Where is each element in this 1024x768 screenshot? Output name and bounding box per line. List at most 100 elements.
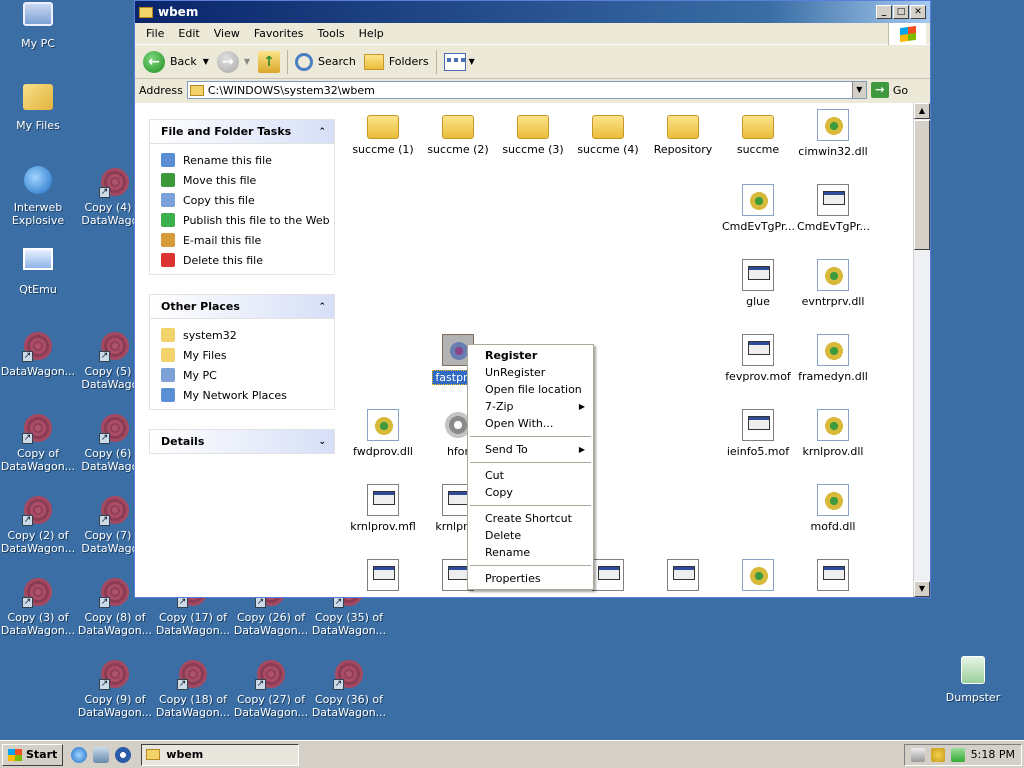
back-dropdown-icon[interactable]: ▼ bbox=[203, 57, 209, 66]
file-item[interactable]: fwdprov.dll bbox=[345, 409, 421, 458]
scroll-up-button[interactable]: ▲ bbox=[914, 103, 930, 119]
other-place-item[interactable]: My Files bbox=[161, 345, 334, 365]
views-button[interactable]: ▼ bbox=[440, 48, 479, 76]
file-task-item[interactable]: Rename this file bbox=[161, 150, 334, 170]
context-menu-item[interactable]: Cut bbox=[468, 467, 593, 484]
scroll-down-button[interactable]: ▼ bbox=[914, 581, 930, 597]
file-task-item[interactable]: Copy this file bbox=[161, 190, 334, 210]
network-icon[interactable] bbox=[950, 747, 965, 762]
context-menu-item[interactable]: Register bbox=[468, 347, 593, 364]
desktop-icon-dw[interactable]: ↗ Copy (9) of DataWagon... bbox=[77, 658, 153, 719]
collapse-chevron-icon[interactable]: ⌃ bbox=[318, 302, 326, 312]
scroll-thumb[interactable] bbox=[914, 120, 930, 250]
file-item[interactable]: krnlprov.dll bbox=[795, 409, 871, 458]
file-item[interactable]: succme bbox=[720, 109, 796, 156]
desktop-icon-dw[interactable]: ↗ Copy (2) of DataWagon... bbox=[0, 494, 76, 555]
up-button[interactable]: ↑ bbox=[254, 48, 284, 76]
clock[interactable]: 5:18 PM bbox=[971, 748, 1015, 761]
menu-view[interactable]: View bbox=[207, 27, 247, 40]
desktop-icon-dw[interactable]: ↗ DataWagon... bbox=[0, 330, 76, 378]
taskbar-item-wbem[interactable]: wbem bbox=[141, 743, 300, 766]
file-item[interactable]: succme (4) bbox=[570, 109, 646, 156]
forward-dropdown-icon[interactable]: ▼ bbox=[244, 57, 250, 66]
file-item[interactable] bbox=[645, 559, 721, 595]
collapse-chevron-icon[interactable]: ⌃ bbox=[318, 127, 326, 137]
context-menu-item[interactable]: Copy bbox=[468, 484, 593, 501]
expand-chevron-icon[interactable]: ⌄ bbox=[318, 437, 326, 447]
other-place-item[interactable]: system32 bbox=[161, 325, 334, 345]
details-header[interactable]: Details ⌄ bbox=[149, 429, 335, 454]
file-item[interactable] bbox=[345, 559, 421, 595]
show-desktop-icon[interactable] bbox=[93, 746, 110, 763]
context-menu-item[interactable]: Rename bbox=[468, 544, 593, 561]
context-menu-item[interactable]: Delete bbox=[468, 527, 593, 544]
context-menu-item[interactable]: Create Shortcut bbox=[468, 510, 593, 527]
file-task-item[interactable]: Move this file bbox=[161, 170, 334, 190]
security-shield-icon[interactable] bbox=[930, 747, 945, 762]
other-place-item[interactable]: My PC bbox=[161, 365, 334, 385]
address-dropdown-icon[interactable]: ▼ bbox=[851, 82, 866, 98]
desktop-icon-dw[interactable]: ↗ Copy (36) of DataWagon... bbox=[311, 658, 387, 719]
menu-help[interactable]: Help bbox=[352, 27, 391, 40]
go-button[interactable]: → Go bbox=[870, 82, 908, 98]
file-item[interactable]: cimwin32.dll bbox=[795, 109, 871, 158]
file-item[interactable]: mofd.dll bbox=[795, 484, 871, 533]
desktop-icon-mypc[interactable]: My PC bbox=[0, 2, 76, 50]
context-menu-item[interactable]: UnRegister bbox=[468, 364, 593, 381]
mypc-icon bbox=[22, 2, 54, 34]
desktop-icon-dw[interactable]: ↗ Copy (27) of DataWagon... bbox=[233, 658, 309, 719]
close-button[interactable]: ✕ bbox=[910, 5, 926, 19]
back-button[interactable]: ← Back ▼ bbox=[139, 48, 213, 76]
folders-button[interactable]: Folders bbox=[360, 48, 433, 76]
menu-favorites[interactable]: Favorites bbox=[247, 27, 311, 40]
forward-button[interactable]: → ▼ bbox=[213, 48, 254, 76]
file-item[interactable]: succme (3) bbox=[495, 109, 571, 156]
other-places-header[interactable]: Other Places ⌃ bbox=[149, 294, 335, 319]
context-menu-item[interactable]: 7-Zip ▶ bbox=[468, 398, 593, 415]
file-task-item[interactable]: E-mail this file bbox=[161, 230, 334, 250]
file-item[interactable]: CmdEvTgPr... bbox=[720, 184, 796, 233]
minimize-button[interactable]: _ bbox=[876, 5, 892, 19]
menu-tools[interactable]: Tools bbox=[311, 27, 352, 40]
file-item[interactable]: evntrprv.dll bbox=[795, 259, 871, 308]
desktop-icon-bin[interactable]: Dumpster bbox=[935, 656, 1011, 704]
context-menu-item[interactable]: Open file location bbox=[468, 381, 593, 398]
file-item[interactable]: succme (1) bbox=[345, 109, 421, 156]
context-menu-item[interactable]: Send To ▶ bbox=[468, 441, 593, 458]
file-item[interactable]: framedyn.dll bbox=[795, 334, 871, 383]
menu-file[interactable]: File bbox=[139, 27, 171, 40]
desktop-icon-qemu[interactable]: QtEmu bbox=[0, 248, 76, 296]
ie-icon[interactable] bbox=[71, 746, 88, 763]
desktop-icon-dw[interactable]: ↗ Copy (3) of DataWagon... bbox=[0, 576, 76, 637]
file-item[interactable]: fevprov.mof bbox=[720, 334, 796, 383]
file-item[interactable]: succme (2) bbox=[420, 109, 496, 156]
other-place-label: My PC bbox=[183, 368, 217, 382]
desktop-icon-ie[interactable]: Interweb Explosive bbox=[0, 166, 76, 227]
file-item[interactable]: ieinfo5.mof bbox=[720, 409, 796, 458]
start-button[interactable]: Start bbox=[2, 743, 64, 766]
vertical-scrollbar[interactable]: ▲ ▼ bbox=[913, 103, 930, 597]
file-item[interactable]: krnlprov.mfl bbox=[345, 484, 421, 533]
title-bar[interactable]: wbem _ □ ✕ bbox=[135, 1, 930, 23]
search-button[interactable]: Search bbox=[291, 48, 360, 76]
desktop-icon-dw[interactable]: ↗ Copy (18) of DataWagon... bbox=[155, 658, 231, 719]
context-menu-item[interactable]: Properties bbox=[468, 570, 593, 587]
views-dropdown-icon[interactable]: ▼ bbox=[469, 57, 475, 66]
file-task-item[interactable]: Delete this file bbox=[161, 250, 334, 270]
desktop-icon-myfiles[interactable]: My Files bbox=[0, 84, 76, 132]
other-place-item[interactable]: My Network Places bbox=[161, 385, 334, 405]
menu-edit[interactable]: Edit bbox=[171, 27, 206, 40]
file-item[interactable] bbox=[795, 559, 871, 595]
file-item[interactable]: CmdEvTgPr... bbox=[795, 184, 871, 233]
file-item[interactable]: Repository bbox=[645, 109, 721, 156]
file-folder-tasks-header[interactable]: File and Folder Tasks ⌃ bbox=[149, 119, 335, 144]
file-item[interactable] bbox=[720, 559, 796, 595]
maximize-button[interactable]: □ bbox=[893, 5, 909, 19]
keyboard-icon[interactable] bbox=[910, 747, 925, 762]
file-task-item[interactable]: Publish this file to the Web bbox=[161, 210, 334, 230]
context-menu-item[interactable]: Open With... bbox=[468, 415, 593, 432]
address-input[interactable]: C:\WINDOWS\system32\wbem ▼ bbox=[186, 81, 867, 99]
desktop-icon-dw[interactable]: ↗ Copy of DataWagon... bbox=[0, 412, 76, 473]
media-player-icon[interactable] bbox=[115, 746, 132, 763]
file-item[interactable]: glue bbox=[720, 259, 796, 308]
